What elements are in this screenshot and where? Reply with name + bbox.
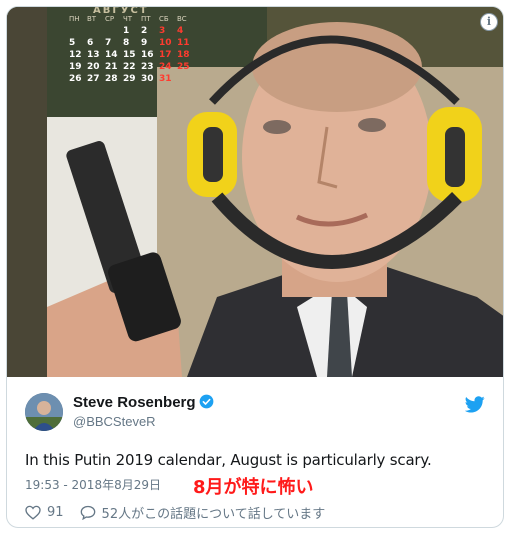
- overlay-caption: 8月が特に怖い: [193, 477, 314, 498]
- tweet-timestamp[interactable]: 19:53 - 2018年8月29日: [25, 476, 161, 493]
- tweet-card[interactable]: АВГУСТ ПН ВТ СР ЧТ ПТ СБ ВС 1234 5 6 7 8 9 10…: [6, 6, 504, 528]
- calendar-days: 1234 5 6 7 8 9 10 11 12 13 14 15 16 17 18 19 20 21 22 23…: [69, 26, 190, 84]
- tweet-text: In this Putin 2019 calendar, August is p…: [25, 451, 432, 469]
- tweet-body: Steve Rosenberg @BBCSteveR In this Putin…: [7, 377, 503, 527]
- calendar-weekday-row: ПН ВТ СР ЧТ ПТ СБ ВС: [69, 15, 187, 23]
- author-handle[interactable]: @BBCSteveR: [73, 414, 156, 429]
- verified-badge-icon: [199, 394, 213, 409]
- avatar[interactable]: [25, 393, 63, 431]
- avatar-image: [25, 393, 63, 431]
- info-icon[interactable]: i: [480, 13, 498, 31]
- tweet-actions: 91 52人がこの話題について話しています: [25, 503, 325, 522]
- speech-bubble-icon[interactable]: [80, 505, 96, 520]
- twitter-bird-icon[interactable]: [465, 396, 485, 413]
- tweet-photo[interactable]: АВГУСТ ПН ВТ СР ЧТ ПТ СБ ВС 1234 5 6 7 8 9 10…: [7, 7, 503, 377]
- author-name[interactable]: Steve Rosenberg: [73, 394, 214, 411]
- conversation-link[interactable]: 52人がこの話題について話しています: [102, 503, 326, 522]
- calendar-overlay: АВГУСТ ПН ВТ СР ЧТ ПТ СБ ВС 1234 5 6 7 8 9 10…: [69, 7, 199, 85]
- like-count[interactable]: 91: [47, 505, 64, 520]
- calendar-month: АВГУСТ: [93, 7, 149, 16]
- heart-icon[interactable]: [25, 505, 41, 520]
